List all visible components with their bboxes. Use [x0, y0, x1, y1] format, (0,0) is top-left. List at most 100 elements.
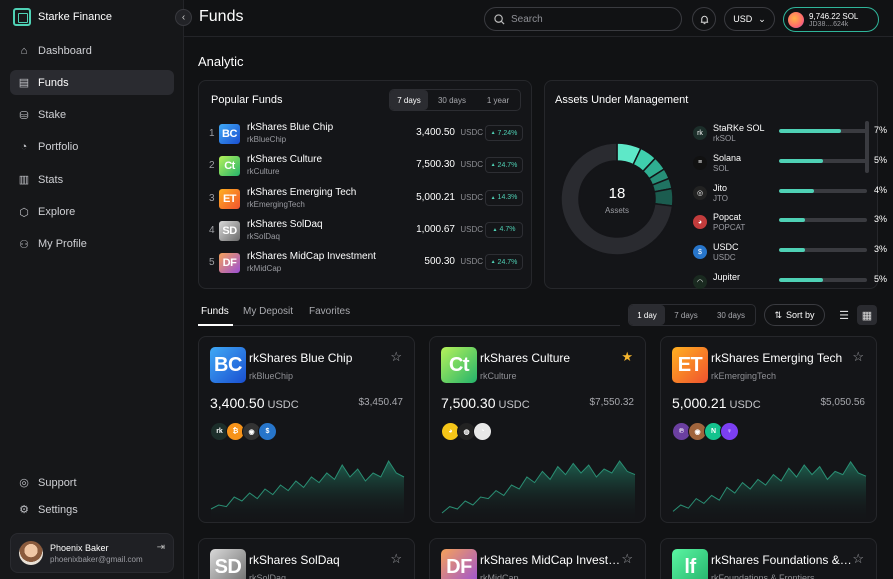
asset-name: StaRKe SOL: [713, 123, 765, 133]
fund-ticker: rkBlueChip: [249, 371, 294, 381]
fund-rank: 1: [209, 128, 215, 139]
profile-icon: ⚇: [19, 238, 29, 251]
rk-icon: rk: [693, 126, 707, 140]
aum-asset-row[interactable]: ◎ Jito JTO 4%: [693, 183, 887, 209]
logout-icon[interactable]: ⇥: [157, 542, 165, 553]
sort-by-button[interactable]: ⇅ Sort by: [764, 304, 825, 326]
fund-change-value: 24.7%: [497, 258, 518, 266]
star-icon[interactable]: ☆: [852, 551, 864, 567]
star-icon[interactable]: ☆: [621, 551, 633, 567]
asset-ticker: JTO: [713, 193, 728, 203]
star-icon[interactable]: ☆: [852, 349, 864, 365]
asset-share-fill: [779, 278, 823, 282]
wallet-balance: 9,746.22 SOL: [809, 11, 859, 21]
fund-card[interactable]: ET rkShares Emerging Tech rkEmergingTech ☆ 5…: [660, 336, 877, 523]
stake-icon: ⛁: [19, 109, 29, 122]
popular-fund-row[interactable]: 3 ET rkShares Emerging Tech rkEmergingTech 5…: [209, 187, 529, 213]
fund-card[interactable]: lfrkShares Foundations & Frontiers rkFoun…: [660, 538, 877, 579]
asset-share-pct: 3%: [873, 214, 887, 225]
currency-value: USD: [733, 14, 753, 24]
fund-price: 3,400.50 USDC: [210, 395, 299, 411]
grid-view-button[interactable]: ▦: [857, 305, 877, 325]
sidebar-item-support[interactable]: ◎ Support: [10, 470, 174, 495]
sidebar-item-stats[interactable]: ▥ Stats: [10, 167, 174, 192]
list-view-button[interactable]: ☰: [834, 305, 854, 325]
star-icon[interactable]: ☆: [390, 349, 402, 365]
asset-name: Jupiter: [713, 272, 741, 282]
fund-token-icon: SD: [219, 220, 240, 241]
arrow-up-icon: ▲: [490, 162, 496, 169]
range-option-1-day[interactable]: 1 day: [629, 305, 665, 325]
aum-scrollbar[interactable]: [865, 121, 869, 173]
popular-fund-row[interactable]: 1 BC rkShares Blue Chip rkBlueChip 3,400.50 U…: [209, 122, 529, 148]
fund-card[interactable]: DF rkShares MidCap Investment rkMidCap ☆: [429, 538, 646, 579]
brand[interactable]: Starke Finance: [13, 8, 112, 26]
star-filled-icon[interactable]: ★: [621, 349, 633, 365]
search-input[interactable]: Search: [484, 7, 682, 31]
fund-token-icon: DF: [219, 253, 240, 274]
sidebar-item-portfolio[interactable]: ◔ Portfolio: [10, 135, 174, 160]
sidebar-item-label: Portfolio: [38, 141, 79, 154]
fund-name: rkShares SolDaq: [249, 553, 340, 567]
collapse-sidebar-button[interactable]: ‹: [175, 9, 192, 26]
aum-asset-row[interactable]: rk StaRKe SOL rkSOL 7%: [693, 123, 887, 149]
sidebar-item-dashboard[interactable]: ⌂ Dashboard: [10, 38, 174, 63]
asset-ticker: SOL: [713, 163, 730, 173]
fund-name: rkShares Emerging Tech: [711, 351, 843, 365]
aum-panel: Assets Under Management 18 Assets rk StaR…: [544, 80, 887, 289]
jito-icon: ◎: [693, 185, 707, 200]
aum-asset-row[interactable]: ≡ Solana SOL 5%: [693, 153, 887, 179]
sidebar-item-label: Stats: [38, 173, 64, 186]
star-icon[interactable]: ☆: [390, 551, 402, 567]
fund-name: rkShares Blue Chip: [249, 351, 353, 365]
bell-icon: [700, 15, 708, 24]
aum-asset-row[interactable]: ◕ Popcat POPCAT 3%: [693, 212, 887, 238]
arrow-up-icon: ▲: [490, 130, 496, 136]
fund-sparkline: [210, 459, 405, 522]
popular-fund-row[interactable]: 5 DF rkShares MidCap Investment rkMidCap 500…: [209, 251, 529, 277]
fund-token-icon: BC: [219, 124, 240, 144]
tab-funds[interactable]: Funds: [201, 306, 229, 317]
sidebar-item-funds[interactable]: ▤ Funds: [10, 70, 174, 96]
fund-name: rkShares Emerging Tech: [247, 186, 357, 198]
tab-my-deposit[interactable]: My Deposit: [243, 306, 293, 317]
aum-count: 18: [608, 185, 626, 202]
aum-asset-row[interactable]: $ USDC USDC 3%: [693, 242, 887, 268]
tab-favorites[interactable]: Favorites: [309, 306, 350, 317]
range-option-30-days[interactable]: 30 days: [707, 305, 755, 325]
notification-button[interactable]: [692, 7, 716, 31]
range-option-30-days[interactable]: 30 days: [428, 90, 476, 110]
sidebar-item-settings[interactable]: ⚙ Settings: [10, 497, 174, 522]
fund-name: rkShares Culture: [480, 351, 571, 365]
fund-ticker: rkSolDaq: [247, 231, 280, 241]
user-card[interactable]: Phoenix Baker phoenixbaker@gmail.com ⇥: [10, 533, 174, 573]
sidebar-item-explore[interactable]: ⬡ Explore: [10, 200, 174, 225]
aum-asset-row[interactable]: ◠ Jupiter 5%: [693, 272, 887, 298]
asset-share-fill: [779, 248, 806, 253]
fund-rank: 5: [209, 257, 215, 269]
asset-share-bar: [779, 218, 867, 223]
sidebar-item-stake[interactable]: ⛁ Stake: [10, 103, 174, 128]
dashboard-icon: ⌂: [20, 44, 28, 57]
sidebar-item-my-profile[interactable]: ⚇ My Profile: [10, 232, 174, 257]
asset-share-bar: [779, 278, 867, 282]
fund-card[interactable]: SD rkShares SolDaq rkSolDaq ☆: [198, 538, 415, 579]
fund-reference-price: $7,550.32: [589, 397, 635, 408]
asset-ticker: USDC: [713, 253, 736, 263]
currency-select[interactable]: USD ⌄: [724, 7, 775, 31]
fund-reference-price: $5,050.56: [820, 397, 866, 408]
popular-fund-row[interactable]: 2 Ct rkShares Culture rkCulture 7,500.30 USDC…: [209, 154, 529, 180]
wallet-button[interactable]: 9,746.22 SOL JD38....624k: [783, 7, 879, 32]
popular-fund-row[interactable]: 4 SD rkShares SolDaq rkSolDaq 1,000.67 USDC ▲ 4…: [209, 219, 529, 245]
range-option-1-year[interactable]: 1 year: [476, 90, 520, 110]
range-option-7-days[interactable]: 7 days: [665, 305, 707, 325]
fund-token-icon: ET: [672, 347, 708, 383]
fund-token-icon: DF: [441, 549, 477, 579]
support-icon: ◎: [19, 477, 29, 489]
fund-ticker: rkFoundations & Frontiers: [711, 573, 815, 579]
range-option-7-days[interactable]: 7 days: [390, 90, 428, 110]
fund-ticker: rkBlueChip: [247, 135, 287, 144]
fund-card[interactable]: BC rkShares Blue Chip rkBlueChip ☆ 3,400.50 U…: [198, 336, 415, 523]
funds-icon: ▤: [18, 77, 30, 90]
fund-card[interactable]: Ct rkShares Culture rkCulture ★ 7,500.30 USDC…: [429, 336, 646, 523]
